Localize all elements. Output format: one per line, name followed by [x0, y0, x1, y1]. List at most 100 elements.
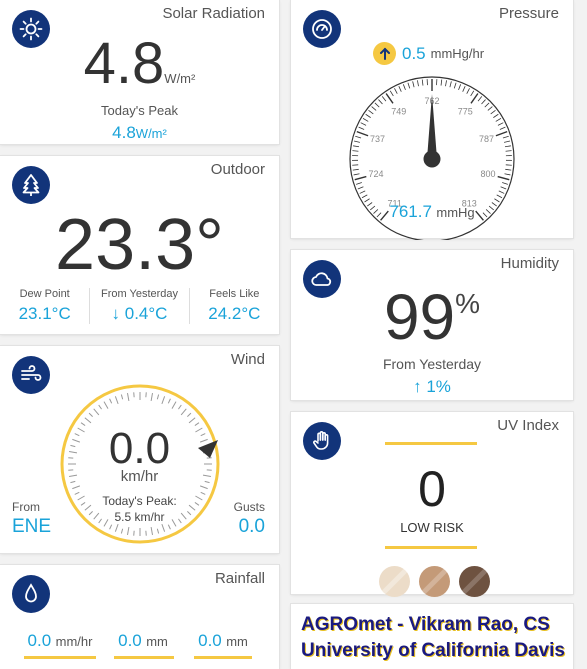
from-yesterday-label: From Yesterday [100, 288, 179, 300]
uv-value: 0 [418, 461, 446, 517]
wind-compass-tick [150, 393, 153, 402]
rainfall-total: 0.0 mm [192, 631, 254, 651]
pressure-dial-tick [502, 135, 509, 139]
pressure-dial-tick [402, 84, 406, 91]
humidity-unit: % [455, 288, 481, 319]
wind-compass-tick [120, 528, 124, 534]
wind-compass-tick [98, 404, 102, 410]
pressure-dial-tick [453, 82, 457, 89]
rainfall-title: Rainfall [214, 570, 265, 587]
pressure-dial-label: 787 [479, 134, 494, 144]
rainfall-rate-value: 0.0 [27, 631, 52, 650]
wind-gusts-label: Gusts [233, 500, 265, 514]
pressure-dial-label: 800 [481, 169, 496, 179]
pressure-dial-tick [353, 145, 360, 148]
solar-peak: 4.8W/m² [0, 123, 279, 143]
wind-compass-tick [161, 396, 166, 405]
wind-compass-tick [84, 417, 92, 424]
pressure-dial-tick [421, 79, 424, 86]
humidity-from-label: From Yesterday [382, 356, 482, 372]
pressure-dial-tick [505, 150, 512, 152]
pressure-dial-tick [378, 99, 383, 105]
tree-icon [12, 166, 50, 204]
credit-line-2: University of California Davis [301, 640, 565, 661]
pressure-dial-tick [504, 173, 511, 176]
pressure-trend-value: 0.5 [402, 43, 426, 63]
wind-icon [12, 356, 50, 394]
wind-from-value: ENE [12, 516, 52, 537]
solar-peak-value: 4.8 [112, 123, 136, 142]
rainfall-day: 0.0 mm [112, 631, 174, 651]
pressure-dial-tick [493, 113, 499, 118]
pressure-dial-tick [381, 96, 387, 102]
pressure-dial-tick [368, 109, 374, 115]
pressure-dial-tick [505, 168, 512, 171]
skin-tone-dark-swatch [459, 566, 490, 597]
wind-speed: 0.0 [108, 424, 171, 473]
pressure-dial-tick [458, 84, 462, 91]
pressure-dial-tick [497, 122, 504, 126]
pressure-dial-tick [360, 122, 367, 126]
pressure-dial-tick [357, 186, 364, 190]
humidity-reading: 99% [291, 280, 573, 354]
solar-reading: 4.8W/m² [0, 30, 279, 97]
pressure-dial-tick [385, 93, 394, 104]
pressure-value: 761.7 [389, 202, 432, 221]
humidity-from-value: ↑ 1% [413, 377, 451, 396]
wind-unit: km/hr [120, 468, 159, 485]
outdoor-stats: Dew Point 23.1°C From Yesterday ↓ 0.4°C … [0, 288, 279, 324]
uv-title: UV Index [497, 417, 559, 434]
pressure-dial-tick [407, 82, 411, 89]
pressure-dial-tick [353, 173, 360, 176]
pressure-dial-tick [490, 109, 496, 115]
skin-tone-swatches [379, 566, 490, 597]
wind-compass-tick [156, 528, 160, 534]
rainfall-total-value: 0.0 [198, 631, 222, 650]
pressure-trend-unit: mmHg/hr [430, 46, 485, 61]
pressure-dial-tick [412, 81, 415, 88]
wind-compass-tick [109, 398, 113, 404]
pressure-unit: mmHg [436, 205, 475, 220]
pressure-dial-tick [504, 140, 511, 143]
rainfall-total-underline [194, 656, 252, 659]
wind-compass-tick [127, 526, 130, 535]
wind-from-label: From [12, 500, 40, 514]
pressure-dial-tick [470, 90, 475, 97]
rainfall-rate-underline [24, 656, 96, 659]
wind-compass-tick [156, 394, 160, 400]
rainfall-rate: 0.0 mm/hr [24, 631, 96, 651]
pressure-dial-tick [497, 175, 510, 181]
solar-value: 4.8 [83, 31, 165, 96]
wind-compass-tick [178, 404, 182, 410]
gauge-icon [303, 10, 341, 48]
dew-point-stat: Dew Point 23.1°C [0, 288, 91, 324]
from-yesterday-value: ↓ 0.4°C [111, 304, 168, 323]
pressure-dial-tick [398, 86, 402, 92]
pressure-dial-tick [495, 130, 508, 137]
dew-point-label: Dew Point [19, 288, 70, 300]
uv-top-line [385, 442, 477, 445]
solar-title: Solar Radiation [162, 5, 265, 22]
wind-compass-tick [167, 524, 171, 530]
pressure-dial-label: 737 [370, 134, 385, 144]
pressure-dial-tick [354, 175, 367, 181]
pressure-dial-tick [502, 182, 508, 185]
pressure-dial-tick [365, 113, 371, 118]
uv-bottom-line [385, 546, 477, 549]
wind-compass-tick [120, 394, 124, 400]
pressure-dial-tick [500, 186, 507, 190]
pressure-dial-tick [374, 102, 380, 108]
wind-compass-tick [188, 417, 196, 424]
pressure-dial-tick [361, 194, 368, 199]
outdoor-temperature: 23.3° [55, 205, 224, 285]
rainfall-rate-unit: mm/hr [55, 634, 93, 649]
wind-compass-tick [150, 526, 153, 535]
pressure-dial-tick [484, 102, 490, 108]
pressure-dial-tick [449, 81, 452, 88]
pressure-dial-tick [353, 140, 360, 143]
wind-compass-tick [161, 523, 166, 532]
pressure-dial-tick [356, 182, 362, 185]
solar-unit: W/m² [164, 71, 196, 86]
pressure-dial-tick [495, 118, 502, 122]
pressure-dial-tick [498, 190, 505, 194]
